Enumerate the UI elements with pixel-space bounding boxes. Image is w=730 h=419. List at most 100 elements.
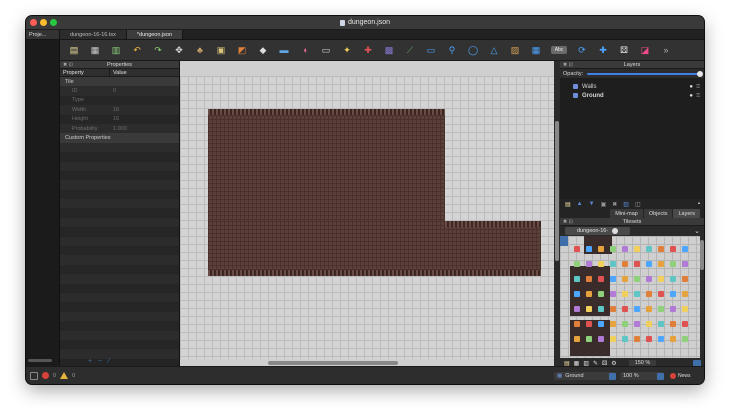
panel-close-icon[interactable]: ✖ ⊡ [563, 62, 573, 68]
tileset-tile[interactable] [610, 336, 616, 342]
map-horizontal-scrollbar[interactable] [268, 361, 398, 365]
tileset-tile[interactable] [622, 306, 628, 312]
tileset-tile[interactable] [646, 261, 652, 267]
warning-icon[interactable] [60, 372, 69, 379]
duplicate-layer-icon[interactable]: ▣ [601, 201, 607, 208]
tileset-tile[interactable] [610, 321, 616, 327]
tileset-tile[interactable] [670, 246, 676, 252]
dock-tab-objects[interactable]: Objects [643, 209, 673, 218]
insert-point-icon[interactable]: ⚲ [446, 44, 458, 56]
undo-icon[interactable]: ↶ [131, 44, 143, 56]
dice-icon[interactable]: ⚄ [618, 44, 630, 56]
tab-project[interactable]: Proje... [26, 30, 60, 39]
toggle-panels-icon[interactable] [30, 371, 38, 380]
property-row[interactable]: Width 16 [60, 105, 179, 115]
lock-icon[interactable]: ⚿ [696, 84, 700, 90]
tileset-tile[interactable] [622, 261, 628, 267]
tileset-tile[interactable] [670, 321, 676, 327]
tileset-tile[interactable] [658, 261, 664, 267]
tileset-tile[interactable] [586, 276, 592, 282]
tileset-tile[interactable] [586, 291, 592, 297]
eraser-icon[interactable]: ◖ [299, 44, 311, 56]
magic-wand-icon[interactable]: ✦ [341, 44, 353, 56]
tileset-tile[interactable] [610, 291, 616, 297]
tileset-tile[interactable] [670, 306, 676, 312]
tab-map-file[interactable]: *dungeon.json [126, 30, 184, 39]
tileset-tile[interactable] [586, 321, 592, 327]
tileset-tile[interactable] [646, 336, 652, 342]
save-icon[interactable]: ▦ [89, 44, 101, 56]
selected-tile[interactable] [560, 236, 568, 246]
property-group[interactable]: Custom Properties [60, 133, 179, 143]
minimize-window-button[interactable] [40, 19, 47, 26]
color-picker-icon[interactable]: ◪ [639, 44, 651, 56]
edit-polygon-icon[interactable]: ⟋ [404, 44, 416, 56]
opacity-slider-knob[interactable] [697, 70, 703, 77]
tileset-tile[interactable] [658, 336, 664, 342]
tileset-tile[interactable] [658, 306, 664, 312]
tileset-tile[interactable] [622, 321, 628, 327]
flip-icon[interactable]: ✚ [597, 44, 609, 56]
tileset-tile[interactable] [598, 336, 604, 342]
tileset-tile[interactable] [610, 261, 616, 267]
layer-properties-icon[interactable]: ▥ [623, 201, 629, 208]
lock-icon[interactable]: ⚿ [696, 93, 700, 99]
property-row[interactable]: Height 16 [60, 114, 179, 124]
tileset-tile[interactable] [682, 291, 688, 297]
tileset-tile[interactable] [658, 321, 664, 327]
layer-item-walls[interactable]: Walls ● ⚿ [560, 82, 704, 91]
tab-tileset-file[interactable]: dungeon-16-16.tsx [60, 30, 127, 39]
property-column-header[interactable]: Property [60, 69, 110, 76]
tileset-tile[interactable] [598, 306, 604, 312]
tileset-close-icon[interactable] [612, 228, 619, 234]
tileset-tile[interactable] [682, 306, 688, 312]
insert-polygon-icon[interactable]: △ [488, 44, 500, 56]
tileset-tile[interactable] [586, 336, 592, 342]
tileset-tile[interactable] [598, 261, 604, 267]
visibility-eye-icon[interactable]: ● [689, 84, 693, 90]
tileset-tile[interactable] [682, 261, 688, 267]
tileset-tile[interactable] [658, 246, 664, 252]
tileset-tile[interactable] [634, 291, 640, 297]
add-property-button[interactable]: + [88, 358, 92, 365]
property-group[interactable]: Tile [60, 77, 179, 87]
tileset-tile[interactable] [586, 246, 592, 252]
property-row[interactable]: ID 0 [60, 86, 179, 96]
tileset-scrollbar[interactable] [700, 236, 704, 358]
error-icon[interactable] [42, 372, 49, 379]
panel-close-icon[interactable]: ✖ ⊡ [563, 219, 573, 225]
project-panel-scrollbar[interactable] [28, 359, 52, 362]
tileset-tile[interactable] [622, 276, 628, 282]
redo-icon[interactable]: ↷ [152, 44, 164, 56]
tileset-tile[interactable] [634, 276, 640, 282]
zoom-window-button[interactable] [50, 19, 57, 26]
insert-text-icon[interactable]: Abc [551, 46, 567, 54]
tileset-tile[interactable] [574, 336, 580, 342]
tileset-tile[interactable] [682, 336, 688, 342]
terrain-brush-icon[interactable]: ♣ [194, 44, 206, 56]
tileset-tile[interactable] [622, 291, 628, 297]
chevron-down-icon[interactable]: ⌄ [694, 227, 700, 235]
tileset-tile[interactable] [670, 336, 676, 342]
tileset-tile[interactable] [574, 306, 580, 312]
tileset-tile[interactable] [586, 306, 592, 312]
tileset-tile[interactable] [634, 246, 640, 252]
tileset-tile[interactable] [646, 306, 652, 312]
dock-tab-layers[interactable]: Layers [673, 209, 700, 218]
tileset-tile[interactable] [574, 321, 580, 327]
select-same-icon[interactable]: ✚ [362, 44, 374, 56]
panel-close-icon[interactable]: ✖ ⊡ [63, 62, 73, 68]
tileset-tile[interactable] [634, 321, 640, 327]
random-mode-icon[interactable]: ▣ [215, 44, 227, 56]
tileset-view[interactable] [560, 236, 700, 358]
tileset-tile[interactable] [634, 306, 640, 312]
layer-up-icon[interactable]: ▲ [577, 201, 583, 207]
rect-select-icon[interactable]: ▭ [320, 44, 332, 56]
tileset-tile[interactable] [634, 336, 640, 342]
shape-fill-icon[interactable]: ▬ [278, 44, 290, 56]
tileset-tile[interactable] [598, 276, 604, 282]
stamp-brush-icon[interactable]: ✥ [173, 44, 185, 56]
tileset-tile[interactable] [610, 246, 616, 252]
map-view[interactable] [180, 61, 560, 366]
opacity-slider[interactable] [587, 70, 703, 77]
